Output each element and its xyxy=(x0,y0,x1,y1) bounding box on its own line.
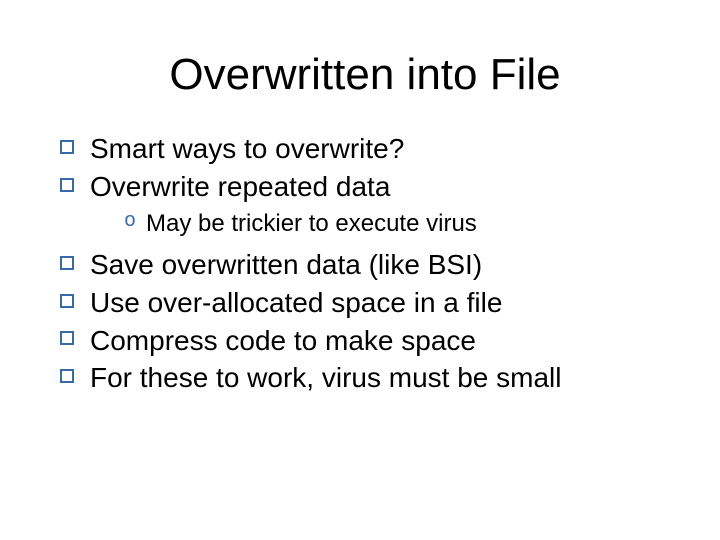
sub-bullet-list: May be trickier to execute virus xyxy=(124,208,680,240)
list-item: May be trickier to execute virus xyxy=(124,208,680,240)
bullet-text: Smart ways to overwrite? xyxy=(90,133,404,164)
list-item: Smart ways to overwrite? xyxy=(60,130,680,168)
bullet-text: Save overwritten data (like BSI) xyxy=(90,249,482,280)
list-item: Save overwritten data (like BSI) xyxy=(60,246,680,284)
slide-title: Overwritten into File xyxy=(50,50,680,100)
bullet-text: Compress code to make space xyxy=(90,325,476,356)
bullet-text: For these to work, virus must be small xyxy=(90,362,561,393)
slide: Overwritten into File Smart ways to over… xyxy=(0,0,720,540)
list-item: Compress code to make space xyxy=(60,322,680,360)
bullet-text: Use over-allocated space in a file xyxy=(90,287,502,318)
bullet-text: May be trickier to execute virus xyxy=(146,210,477,237)
bullet-text: Overwrite repeated data xyxy=(90,171,390,202)
list-item: Overwrite repeated data May be trickier … xyxy=(60,168,680,240)
bullet-list: Smart ways to overwrite? Overwrite repea… xyxy=(60,130,680,397)
list-item: For these to work, virus must be small xyxy=(60,359,680,397)
list-item: Use over-allocated space in a file xyxy=(60,284,680,322)
